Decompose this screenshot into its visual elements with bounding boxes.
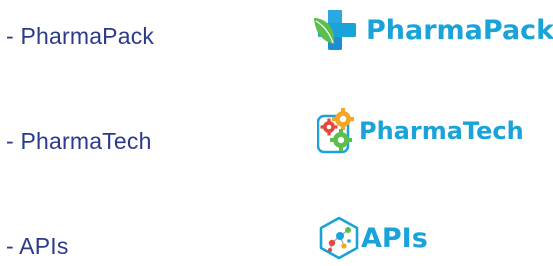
pharmapack-logo: PharmaPack: [312, 8, 553, 52]
molecule-hexagon-icon: [318, 216, 360, 260]
apis-logo-text: APIs: [361, 222, 428, 254]
pharmatech-logo: PharmaTech: [317, 108, 524, 154]
list-item-pharmatech: - PharmaTech: [6, 128, 152, 154]
list-item-apis: - APIs: [6, 233, 69, 259]
cross-leaf-icon: [312, 8, 364, 52]
pharmatech-logo-text: PharmaTech: [359, 117, 524, 145]
gears-icon: [317, 108, 359, 154]
pharmapack-logo-text: PharmaPack: [366, 14, 553, 46]
list-item-pharmapack: - PharmaPack: [6, 23, 155, 49]
apis-logo: APIs: [318, 216, 428, 260]
